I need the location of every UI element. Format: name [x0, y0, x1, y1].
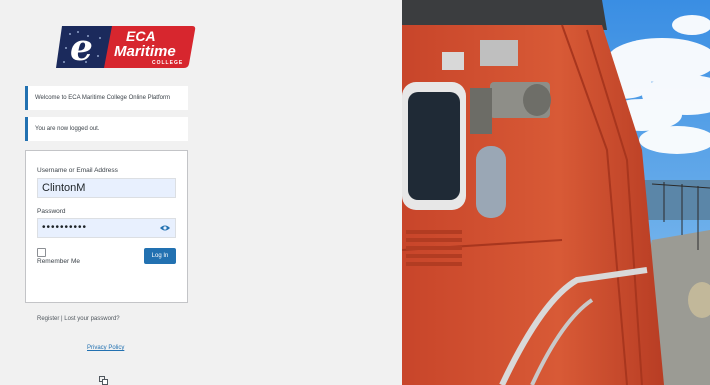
- links-separator: |: [61, 316, 63, 322]
- lost-password-link[interactable]: Lost your password?: [64, 316, 119, 322]
- logo-line-eca: ECA: [126, 28, 156, 44]
- password-value: ••••••••••: [42, 222, 88, 233]
- oval-plate: [476, 146, 506, 218]
- logged-out-notice: You are now logged out.: [25, 117, 188, 141]
- remember-me-label: Remember Me: [37, 258, 80, 265]
- logged-out-notice-text: You are now logged out.: [35, 126, 100, 132]
- loudspeaker-horn: [523, 84, 551, 116]
- password-input[interactable]: ••••••••••: [37, 218, 176, 238]
- account-links: Register | Lost your password?: [37, 316, 120, 322]
- username-value: ClintonM: [42, 182, 86, 194]
- light-housing: [480, 40, 518, 66]
- logo-line-college: COLLEGE: [152, 60, 183, 66]
- login-button[interactable]: Log In: [144, 248, 176, 264]
- cabin-light: [442, 52, 464, 70]
- welcome-notice: Welcome to ECA Maritime College Online P…: [25, 86, 188, 110]
- language-icon[interactable]: [99, 376, 108, 385]
- login-page: e ECA Maritime COLLEGE Welcome to ECA Ma…: [0, 0, 710, 385]
- speaker-bracket: [470, 88, 492, 134]
- logo-line-maritime: Maritime: [114, 43, 176, 60]
- porthole-window: [408, 92, 460, 200]
- background-photo: [402, 0, 710, 385]
- privacy-policy-link[interactable]: Privacy Policy: [87, 345, 124, 351]
- login-panel: e ECA Maritime COLLEGE Welcome to ECA Ma…: [0, 0, 402, 385]
- password-label: Password: [37, 208, 66, 215]
- show-password-eye-icon[interactable]: [160, 224, 170, 232]
- remember-me-checkbox[interactable]: [37, 248, 46, 257]
- login-form: Username or Email Address ClintonM Passw…: [25, 150, 188, 303]
- register-link[interactable]: Register: [37, 316, 59, 322]
- eca-maritime-logo: e ECA Maritime COLLEGE: [56, 26, 196, 69]
- welcome-notice-text: Welcome to ECA Maritime College Online P…: [35, 95, 170, 101]
- lifeboat-photo: [402, 0, 710, 385]
- logo-letter: e: [70, 27, 93, 69]
- username-label: Username or Email Address: [37, 167, 118, 174]
- username-input[interactable]: ClintonM: [37, 178, 176, 198]
